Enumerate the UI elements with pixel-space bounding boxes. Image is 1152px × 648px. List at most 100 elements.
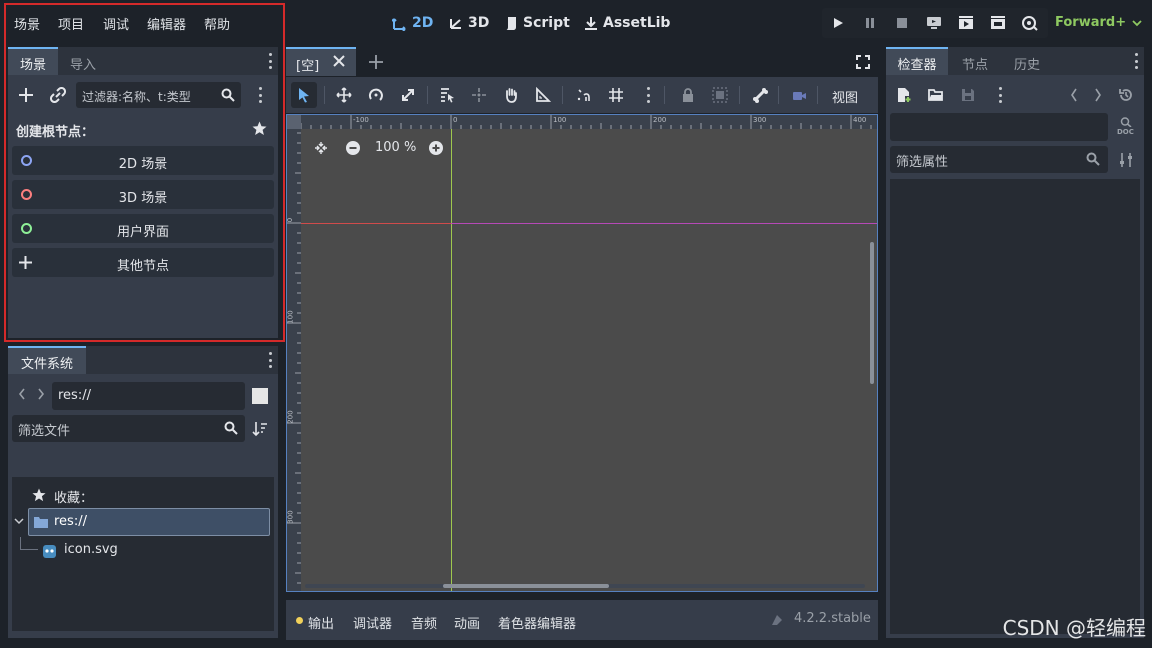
grid-snap-icon[interactable]: [608, 87, 624, 103]
create-user-interface-button[interactable]: 用户界面: [12, 214, 274, 243]
property-filter-input[interactable]: 筛选属性: [890, 146, 1108, 173]
menu-scene[interactable]: 场景: [14, 14, 40, 33]
workspace-2d-button[interactable]: 2D: [392, 12, 433, 34]
tab-animation[interactable]: 动画: [454, 613, 480, 632]
inspector-dock-menu-icon[interactable]: [1134, 53, 1138, 69]
create-2d-scene-button[interactable]: 2D 场景: [12, 146, 274, 175]
script-icon: [504, 16, 518, 31]
object-history-icon[interactable]: [1118, 87, 1134, 103]
search-icon: [1086, 152, 1100, 166]
camera-override-icon[interactable]: [791, 87, 807, 103]
tab-shader-editor[interactable]: 着色器编辑器: [498, 613, 576, 632]
filesystem-dock-menu-icon[interactable]: [268, 352, 272, 368]
tab-filesystem[interactable]: 文件系统: [8, 346, 86, 374]
horizontal-scrollbar-thumb[interactable]: [443, 584, 609, 588]
object-selector-field[interactable]: [890, 113, 1108, 141]
pause-icon[interactable]: [862, 15, 878, 31]
zoom-out-icon[interactable]: [345, 140, 361, 156]
new-scene-tab-icon[interactable]: [369, 55, 383, 69]
pan-hand-icon[interactable]: [503, 87, 519, 103]
instance-scene-link-icon[interactable]: [50, 87, 66, 103]
collapse-arrow-icon[interactable]: [14, 517, 24, 525]
tab-node[interactable]: 节点: [950, 47, 1000, 75]
renderer-select[interactable]: Forward+: [1055, 15, 1142, 30]
horizontal-ruler: -100 0 100 200 300 400: [287, 115, 877, 129]
center-view-icon[interactable]: [313, 140, 329, 156]
lock-icon[interactable]: [680, 87, 696, 103]
zoom-in-icon[interactable]: [428, 140, 444, 156]
download-icon: [584, 16, 598, 31]
scene-filter-input[interactable]: 过滤器:名称、t:类型: [76, 82, 241, 108]
vertical-scrollbar[interactable]: [870, 242, 874, 384]
tab-scene[interactable]: 场景: [8, 47, 58, 75]
menu-help[interactable]: 帮助: [204, 14, 230, 33]
list-select-icon[interactable]: [439, 87, 455, 103]
tree-item-icon-svg[interactable]: icon.svg: [42, 542, 242, 562]
close-icon[interactable]: [333, 55, 345, 67]
play-icon[interactable]: [830, 15, 846, 31]
tree-item-res-root[interactable]: res://: [28, 508, 270, 536]
chevron-left-icon[interactable]: [18, 388, 26, 400]
split-mode-toggle-icon[interactable]: [252, 388, 268, 404]
remote-debug-icon[interactable]: [926, 15, 942, 31]
distraction-free-icon[interactable]: [856, 55, 870, 69]
inspector-property-area: [890, 179, 1140, 634]
new-resource-icon[interactable]: [896, 87, 912, 103]
group-icon[interactable]: [712, 87, 728, 103]
tab-output[interactable]: 输出: [308, 613, 334, 632]
open-docs-button[interactable]: DOC: [1116, 117, 1138, 139]
inspector-dock: 检查器 节点 历史 DOC 筛选属性: [886, 47, 1144, 638]
chevron-right-icon[interactable]: [37, 388, 45, 400]
ruler-label: 200: [653, 116, 667, 124]
workspace-assetlib-button[interactable]: AssetLib: [584, 12, 670, 34]
menu-editor[interactable]: 编辑器: [147, 14, 186, 33]
workspace-3d-button[interactable]: 3D: [448, 12, 489, 34]
pivot-icon[interactable]: [471, 87, 487, 103]
path-field[interactable]: res://: [52, 382, 245, 410]
create-3d-scene-button[interactable]: 3D 场景: [12, 180, 274, 209]
menu-debug[interactable]: 调试: [103, 14, 129, 33]
move-mode-icon[interactable]: [336, 87, 352, 103]
ruler-tool-icon[interactable]: [535, 87, 551, 103]
file-filter-input[interactable]: 筛选文件: [12, 415, 245, 442]
movie-maker-icon[interactable]: [1022, 15, 1038, 31]
history-back-icon[interactable]: [1070, 88, 1078, 102]
play-scene-icon[interactable]: [958, 15, 974, 31]
view-menu-button[interactable]: 视图: [832, 87, 858, 106]
star-favorite-icon[interactable]: [252, 121, 267, 136]
snap-options-menu-icon[interactable]: [646, 87, 650, 103]
smart-snap-icon[interactable]: [576, 87, 592, 103]
tab-inspector[interactable]: 检查器: [886, 47, 948, 75]
add-node-icon[interactable]: [18, 87, 34, 103]
inspector-resource-menu-icon[interactable]: [998, 87, 1002, 103]
2d-workspace-icon: [392, 16, 407, 31]
inspector-tools-icon[interactable]: [1118, 152, 1134, 168]
menu-project[interactable]: 项目: [58, 14, 84, 33]
scene-tab-empty[interactable]: [空]: [286, 47, 356, 76]
select-mode-button[interactable]: [291, 82, 317, 108]
tab-history[interactable]: 历史: [1002, 47, 1052, 75]
zoom-level[interactable]: 100 %: [375, 140, 416, 155]
tab-audio[interactable]: 音频: [411, 613, 437, 632]
scene-dock-menu-icon[interactable]: [268, 53, 272, 69]
open-folder-icon[interactable]: [928, 87, 944, 103]
create-other-node-button[interactable]: 其他节点: [12, 248, 274, 277]
save-icon[interactable]: [960, 87, 976, 103]
history-forward-icon[interactable]: [1094, 88, 1102, 102]
filesystem-dock: 文件系统 res:// 筛选文件 收藏： res:// icon.svg: [8, 346, 278, 638]
horizontal-scrollbar[interactable]: [305, 584, 865, 588]
scale-mode-icon[interactable]: [400, 87, 416, 103]
rotate-mode-icon[interactable]: [368, 87, 384, 103]
workspace-script-button[interactable]: Script: [504, 12, 570, 34]
update-spinner-icon[interactable]: [770, 613, 784, 627]
scene-filter-menu-icon[interactable]: [258, 87, 262, 103]
stop-icon[interactable]: [894, 15, 910, 31]
toolbar-separator: [664, 86, 665, 104]
tab-import[interactable]: 导入: [60, 47, 106, 75]
skeleton-bone-icon[interactable]: [752, 87, 768, 103]
canvas-viewport[interactable]: -100 0 100 200 300 400 0 100 200 300 100…: [286, 114, 878, 592]
play-custom-scene-icon[interactable]: [990, 15, 1006, 31]
create-root-label: 创建根节点：: [16, 125, 95, 140]
tab-debugger[interactable]: 调试器: [353, 613, 392, 632]
sort-icon[interactable]: [252, 421, 268, 437]
